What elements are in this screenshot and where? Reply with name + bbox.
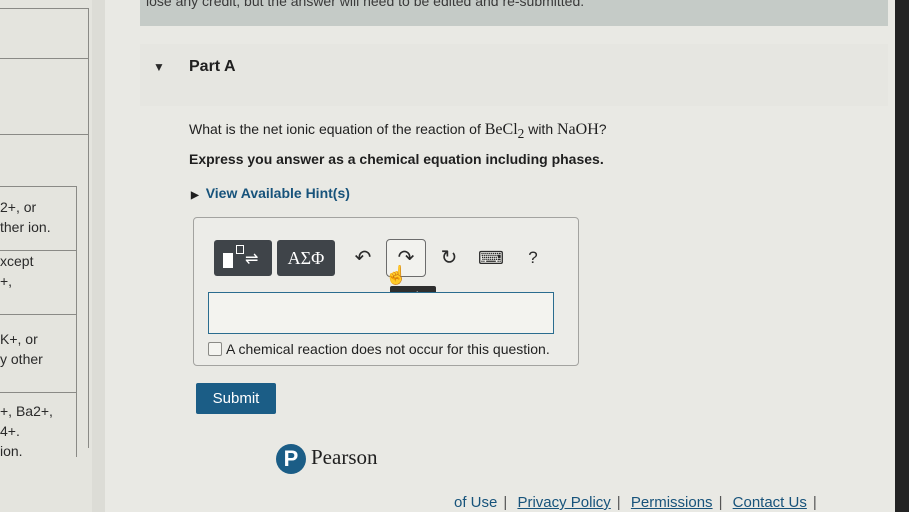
pearson-logo[interactable]: P Pearson [276, 444, 378, 474]
ion-rules-table: 2+, or ther ion. xcept +, K+, or y other… [0, 8, 89, 457]
table-row: +, Ba2+, 4+. ion. [0, 392, 77, 457]
table-cell-text: y other [0, 351, 43, 367]
banner-text: lose any credit, but the answer will nee… [146, 0, 585, 9]
table-cell-text: 2+, or [0, 199, 37, 215]
help-button[interactable]: ? [522, 240, 544, 276]
reactant-2: NaOH [557, 121, 599, 138]
question-suffix: ? [598, 121, 607, 137]
permissions-link[interactable]: Permissions [631, 494, 713, 511]
greek-symbols-button[interactable]: ΑΣΦ [277, 240, 335, 276]
table-cell-text: K+, or [0, 331, 38, 347]
table-row: 2+, or ther ion. [0, 186, 77, 251]
hints-label: View Available Hint(s) [205, 185, 350, 201]
undo-icon[interactable]: ↶ [350, 240, 376, 276]
no-reaction-label: A chemical reaction does not occur for t… [226, 341, 550, 357]
no-reaction-option[interactable]: A chemical reaction does not occur for t… [208, 341, 550, 357]
footer-partial-link[interactable]: of Use [454, 494, 497, 511]
expand-triangle-icon: ▶ [191, 190, 199, 201]
question-middle: with [524, 121, 557, 137]
question-prefix: What is the net ionic equation of the re… [189, 121, 485, 137]
brand-name: Pearson [311, 444, 378, 469]
reactant-1-formula: BeCl [484, 121, 518, 138]
answer-input[interactable] [208, 292, 554, 334]
no-reaction-checkbox[interactable] [208, 342, 222, 356]
equilibrium-arrow-icon: ⇌ [245, 251, 259, 268]
table-row: xcept +, [0, 250, 77, 315]
collapse-triangle-icon[interactable]: ▼ [153, 60, 165, 74]
hand-cursor-icon: ☝ [385, 265, 408, 285]
pearson-p-icon: P [276, 444, 306, 474]
table-cell-text: ion. [0, 443, 23, 457]
resubmit-banner: lose any credit, but the answer will nee… [140, 0, 888, 26]
table-cell-text: +, [0, 273, 13, 289]
reactant-1: BeCl2 [484, 121, 525, 141]
table-row [0, 8, 88, 59]
submit-button[interactable]: Submit [196, 383, 276, 414]
question-text: What is the net ionic equation of the re… [189, 121, 607, 142]
part-title: Part A [189, 58, 236, 75]
privacy-policy-link[interactable]: Privacy Policy [517, 494, 610, 511]
screen-bezel [895, 0, 909, 512]
table-cell-text: ther ion. [0, 219, 51, 235]
table-row [0, 134, 88, 187]
template-block-icon [223, 253, 233, 268]
view-hints-link[interactable]: ▶ View Available Hint(s) [191, 185, 350, 201]
table-cell-text: 4+. [0, 423, 20, 439]
table-row: K+, or y other [0, 314, 77, 393]
keyboard-icon[interactable]: ⌨ [478, 240, 504, 276]
left-sidebar-table: 2+, or ther ion. xcept +, K+, or y other… [0, 0, 92, 512]
contact-us-link[interactable]: Contact Us [733, 494, 807, 511]
template-superscript-icon [236, 245, 244, 254]
templates-button[interactable]: ⇌ [214, 240, 272, 276]
table-row [0, 58, 88, 135]
footer-links: of Use | Privacy Policy | Permissions | Con… [454, 494, 817, 511]
answer-instruction: Express you answer as a chemical equatio… [189, 151, 604, 167]
part-header[interactable] [140, 44, 888, 106]
table-cell-text: xcept [0, 253, 34, 269]
table-cell-text: +, Ba2+, [0, 403, 53, 419]
reset-icon[interactable]: ↻ [436, 240, 462, 276]
